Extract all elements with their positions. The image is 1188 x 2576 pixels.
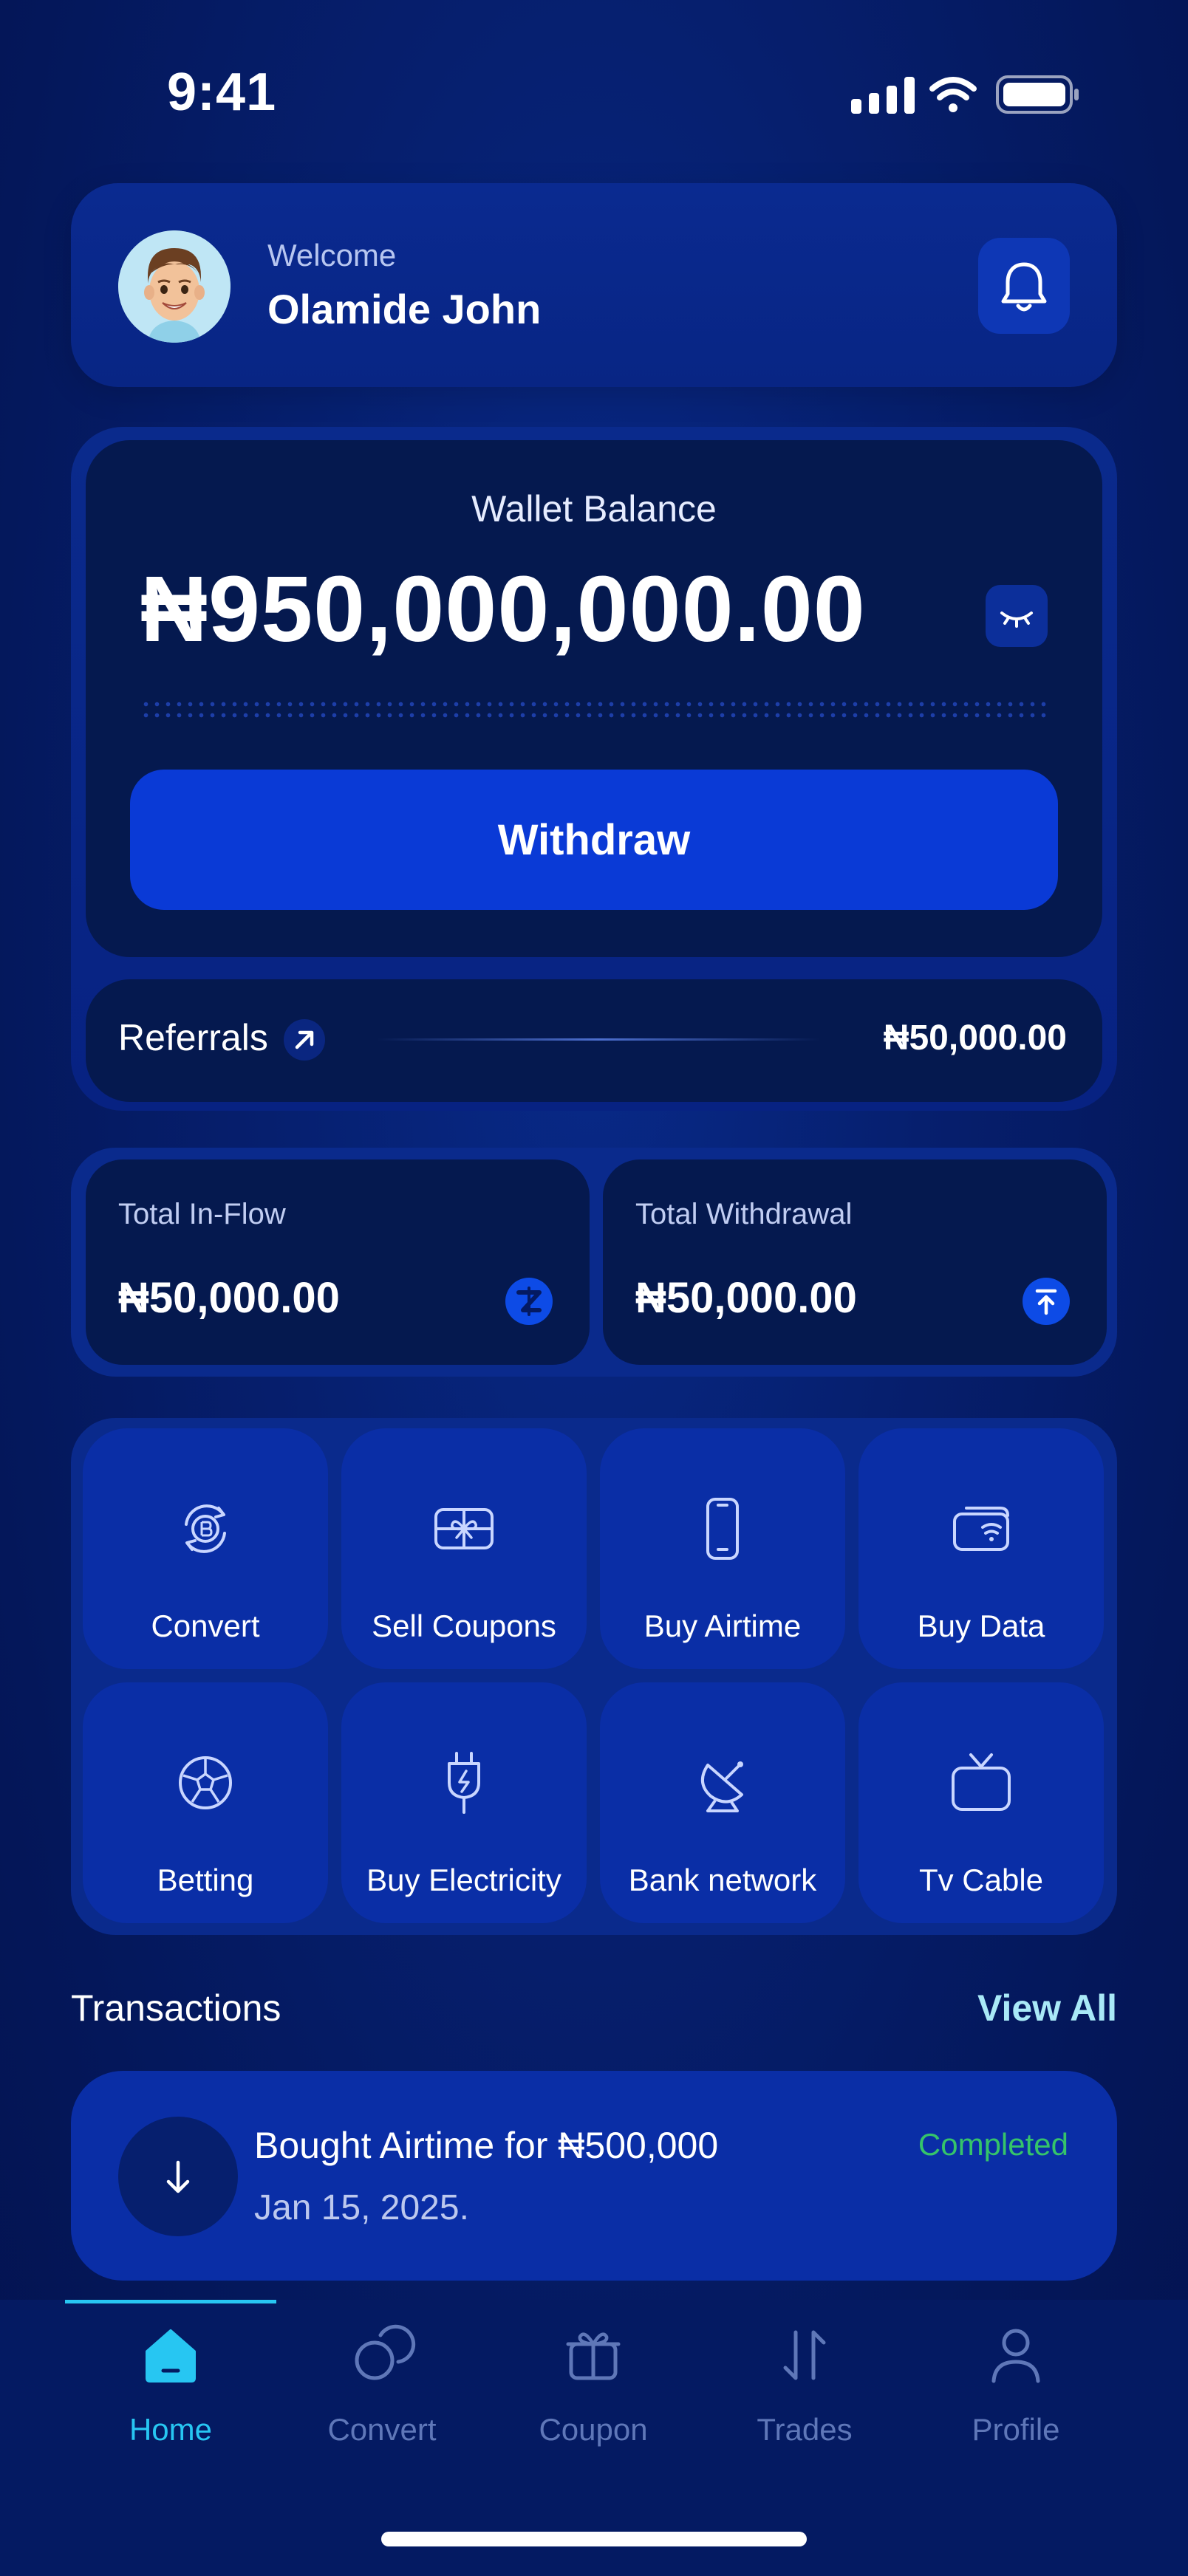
wallet-balance-amount: ₦950,000,000.00 xyxy=(140,557,866,661)
referrals-label: Referrals xyxy=(118,1017,268,1058)
trades-icon xyxy=(783,2330,826,2380)
transaction-status: Completed xyxy=(918,2127,1068,2162)
wifi-card-icon xyxy=(953,1507,1009,1551)
withdrawal-upload-icon xyxy=(1023,1278,1070,1325)
service-label: Tv Cable xyxy=(918,1863,1044,1897)
nav-coupon[interactable]: Coupon xyxy=(488,2319,699,2467)
service-bank-network[interactable]: Bank network xyxy=(600,1682,845,1923)
nav-label: Convert xyxy=(327,2412,437,2447)
arrow-up-right-icon xyxy=(284,1019,325,1061)
tv-icon xyxy=(952,1753,1011,1811)
convert-icon xyxy=(355,2324,416,2380)
service-sell-coupons[interactable]: Sell Coupons xyxy=(341,1428,587,1669)
service-betting[interactable]: Betting xyxy=(83,1682,328,1923)
service-label: Bank network xyxy=(628,1863,817,1897)
wifi-icon xyxy=(929,77,977,112)
referrals-amount: ₦50,000.00 xyxy=(883,1018,1067,1058)
nav-convert[interactable]: Convert xyxy=(276,2319,488,2467)
satellite-dish-icon xyxy=(701,1761,743,1812)
service-label: Betting xyxy=(157,1863,254,1897)
service-label: Sell Coupons xyxy=(372,1609,556,1643)
service-buy-data[interactable]: Buy Data xyxy=(858,1428,1104,1669)
stat-label: Total Withdrawal xyxy=(635,1198,853,1230)
transaction-type-icon xyxy=(118,2117,238,2236)
transaction-date: Jan 15, 2025. xyxy=(254,2188,469,2227)
plug-icon xyxy=(448,1752,480,1814)
gift-card-icon xyxy=(434,1508,494,1549)
withdraw-button[interactable]: Withdraw xyxy=(130,770,1058,910)
service-buy-airtime[interactable]: Buy Airtime xyxy=(600,1428,845,1669)
transactions-title: Transactions xyxy=(71,1987,281,2029)
nav-label: Coupon xyxy=(539,2412,648,2447)
total-withdrawal-card: Total Withdrawal ₦50,000.00 xyxy=(603,1159,1107,1365)
home-indicator xyxy=(381,2532,807,2546)
service-tv-cable[interactable]: Tv Cable xyxy=(858,1682,1104,1923)
phone-icon xyxy=(706,1498,739,1560)
eye-closed-icon xyxy=(1000,612,1033,628)
service-label: Buy Electricity xyxy=(366,1863,561,1897)
transaction-description: Bought Airtime for ₦500,000 xyxy=(254,2125,719,2166)
stat-value: ₦50,000.00 xyxy=(635,1274,857,1322)
coupon-icon xyxy=(566,2332,621,2380)
toggle-balance-visibility-button[interactable] xyxy=(986,585,1048,647)
welcome-text: Welcome xyxy=(267,238,397,273)
view-all-link[interactable]: View All xyxy=(924,1987,1117,2029)
nav-trades[interactable]: Trades xyxy=(699,2319,910,2467)
nav-label: Profile xyxy=(972,2412,1060,2447)
service-label: Buy Airtime xyxy=(644,1609,802,1643)
avatar[interactable] xyxy=(118,230,231,343)
status-time: 9:41 xyxy=(167,63,277,122)
nav-profile[interactable]: Profile xyxy=(910,2319,1122,2467)
home-icon xyxy=(146,2329,196,2383)
service-label: Convert xyxy=(151,1609,260,1643)
arrow-down-icon xyxy=(166,2160,190,2193)
nav-label: Home xyxy=(129,2412,213,2447)
nav-home[interactable]: Home xyxy=(65,2319,276,2467)
service-label: Buy Data xyxy=(917,1609,1045,1643)
football-icon xyxy=(179,1756,232,1809)
bitcoin-convert-icon xyxy=(185,1504,226,1553)
service-convert[interactable]: Convert xyxy=(83,1428,328,1669)
memoji-avatar-icon xyxy=(118,230,231,343)
referrals-divider xyxy=(377,1038,820,1041)
service-buy-electricity[interactable]: Buy Electricity xyxy=(341,1682,587,1923)
stat-label: Total In-Flow xyxy=(118,1198,286,1230)
wallet-balance-label: Wallet Balance xyxy=(471,488,717,530)
stat-value: ₦50,000.00 xyxy=(118,1274,340,1322)
profile-icon xyxy=(991,2329,1040,2383)
battery-icon xyxy=(996,75,1079,114)
cellular-signal-icon xyxy=(851,77,915,114)
notifications-button[interactable] xyxy=(978,238,1070,334)
user-name: Olamide John xyxy=(267,286,542,332)
dotted-divider xyxy=(140,699,1049,721)
nav-active-indicator xyxy=(65,2300,276,2303)
status-icons xyxy=(851,75,1079,114)
nav-label: Trades xyxy=(757,2412,853,2447)
bell-icon xyxy=(1001,262,1047,312)
total-inflow-card: Total In-Flow ₦50,000.00 xyxy=(86,1159,590,1365)
inflow-icon xyxy=(505,1278,553,1325)
